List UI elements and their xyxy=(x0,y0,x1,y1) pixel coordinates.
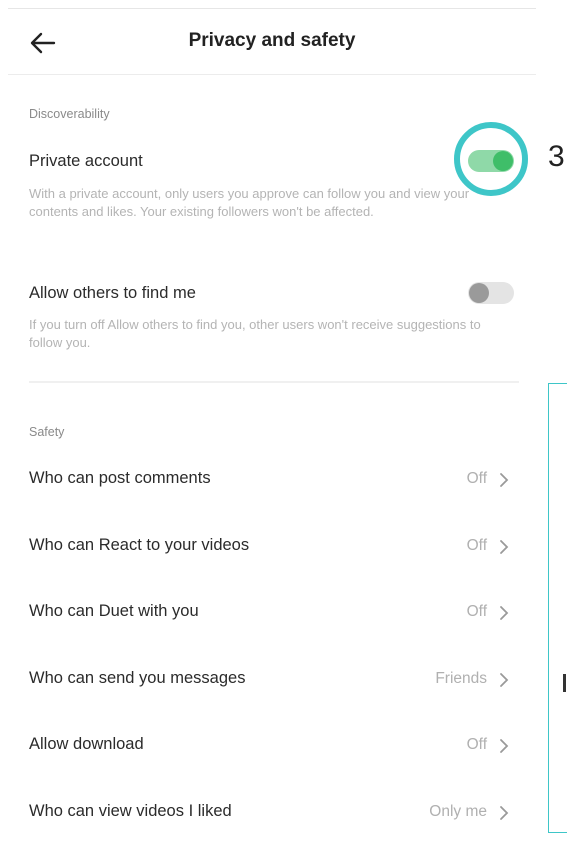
annotation-frame xyxy=(548,383,567,833)
chevron-right-icon xyxy=(500,673,509,687)
page-title: Privacy and safety xyxy=(188,30,356,51)
section-label-discoverability: Discoverability xyxy=(29,107,110,121)
chevron-right-icon xyxy=(500,540,509,554)
setting-value: Only me xyxy=(429,803,487,820)
setting-row-download[interactable]: Allow download Off xyxy=(29,729,513,761)
setting-value: Friends xyxy=(435,670,487,687)
annotation-mark xyxy=(563,674,566,692)
setting-value: Off xyxy=(466,603,487,620)
setting-label: Allow download xyxy=(29,735,144,753)
toggle-knob xyxy=(469,283,489,303)
setting-value: Off xyxy=(466,470,487,487)
setting-label: Who can Duet with you xyxy=(29,602,199,620)
allow-find-toggle[interactable] xyxy=(468,282,514,304)
chevron-right-icon xyxy=(500,473,509,487)
private-account-description: With a private account, only users you a… xyxy=(29,186,470,219)
top-divider xyxy=(8,8,536,9)
setting-row-liked-videos[interactable]: Who can view videos I liked Only me xyxy=(29,796,513,828)
setting-label: Who can React to your videos xyxy=(29,536,250,554)
setting-label: Who can post comments xyxy=(29,469,211,487)
header: Privacy and safety xyxy=(8,10,536,74)
setting-value: Off xyxy=(466,537,487,554)
setting-value: Off xyxy=(466,736,487,753)
setting-row-react[interactable]: Who can React to your videos Off xyxy=(29,530,513,562)
section-divider xyxy=(29,381,519,383)
chevron-right-icon xyxy=(500,606,509,620)
section-label-safety: Safety xyxy=(29,425,65,439)
allow-find-description: If you turn off Allow others to find you… xyxy=(29,317,481,350)
chevron-right-icon xyxy=(500,806,509,820)
setting-label: Who can view videos I liked xyxy=(29,802,232,820)
header-divider xyxy=(8,74,536,75)
chevron-right-icon xyxy=(500,739,509,753)
highlight-ring xyxy=(454,122,528,196)
step-number: 3 xyxy=(548,140,565,173)
setting-label: Who can send you messages xyxy=(29,669,246,687)
setting-row-messages[interactable]: Who can send you messages Friends xyxy=(29,663,513,695)
setting-row-duet[interactable]: Who can Duet with you Off xyxy=(29,596,513,628)
setting-row-post-comments[interactable]: Who can post comments Off xyxy=(29,463,513,495)
private-account-title: Private account xyxy=(29,152,143,170)
allow-find-title: Allow others to find me xyxy=(29,284,196,302)
